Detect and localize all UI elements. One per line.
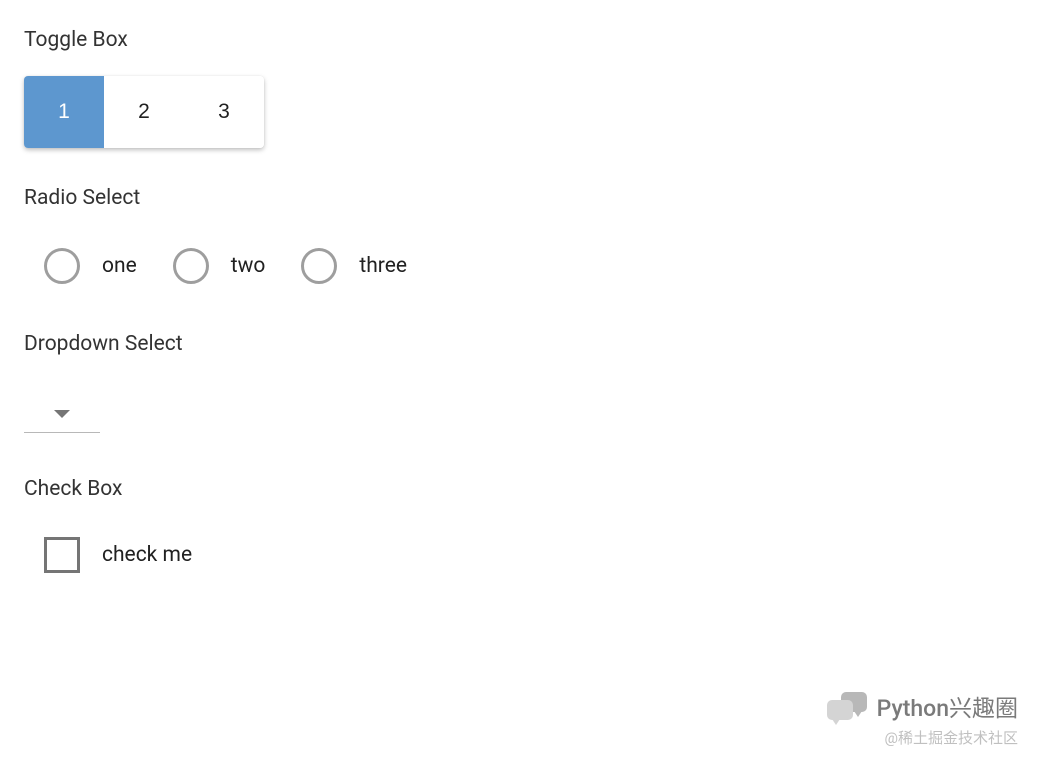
check-box-label: Check Box xyxy=(24,477,1018,501)
toggle-option-2[interactable]: 2 xyxy=(104,76,184,148)
watermark-main: Python兴趣圈 xyxy=(827,689,1018,723)
radio-select-label: Radio Select xyxy=(24,186,1018,210)
checkbox-item-label: check me xyxy=(102,543,192,567)
dropdown-select[interactable] xyxy=(24,392,100,433)
toggle-box-group: 1 2 3 xyxy=(24,76,264,148)
radio-group: one two three xyxy=(24,248,1018,284)
radio-circle-icon xyxy=(173,248,209,284)
checkbox-row: check me xyxy=(24,537,1018,573)
chevron-down-icon xyxy=(54,410,70,418)
radio-label-two: two xyxy=(231,254,266,278)
toggle-option-3[interactable]: 3 xyxy=(184,76,264,148)
watermark: Python兴趣圈 @稀土掘金技术社区 xyxy=(827,689,1018,748)
radio-circle-icon xyxy=(44,248,80,284)
wechat-icon xyxy=(827,692,867,720)
watermark-main-text: Python兴趣圈 xyxy=(877,689,1018,723)
dropdown-select-label: Dropdown Select xyxy=(24,332,1018,356)
watermark-sub-text: @稀土掘金技术社区 xyxy=(827,727,1018,748)
toggle-option-1[interactable]: 1 xyxy=(24,76,104,148)
checkbox-input[interactable] xyxy=(44,537,80,573)
toggle-box-label: Toggle Box xyxy=(24,28,1018,52)
radio-label-three: three xyxy=(359,254,407,278)
radio-circle-icon xyxy=(301,248,337,284)
radio-label-one: one xyxy=(102,254,137,278)
radio-option-one[interactable]: one xyxy=(44,248,137,284)
radio-option-two[interactable]: two xyxy=(173,248,266,284)
radio-option-three[interactable]: three xyxy=(301,248,407,284)
